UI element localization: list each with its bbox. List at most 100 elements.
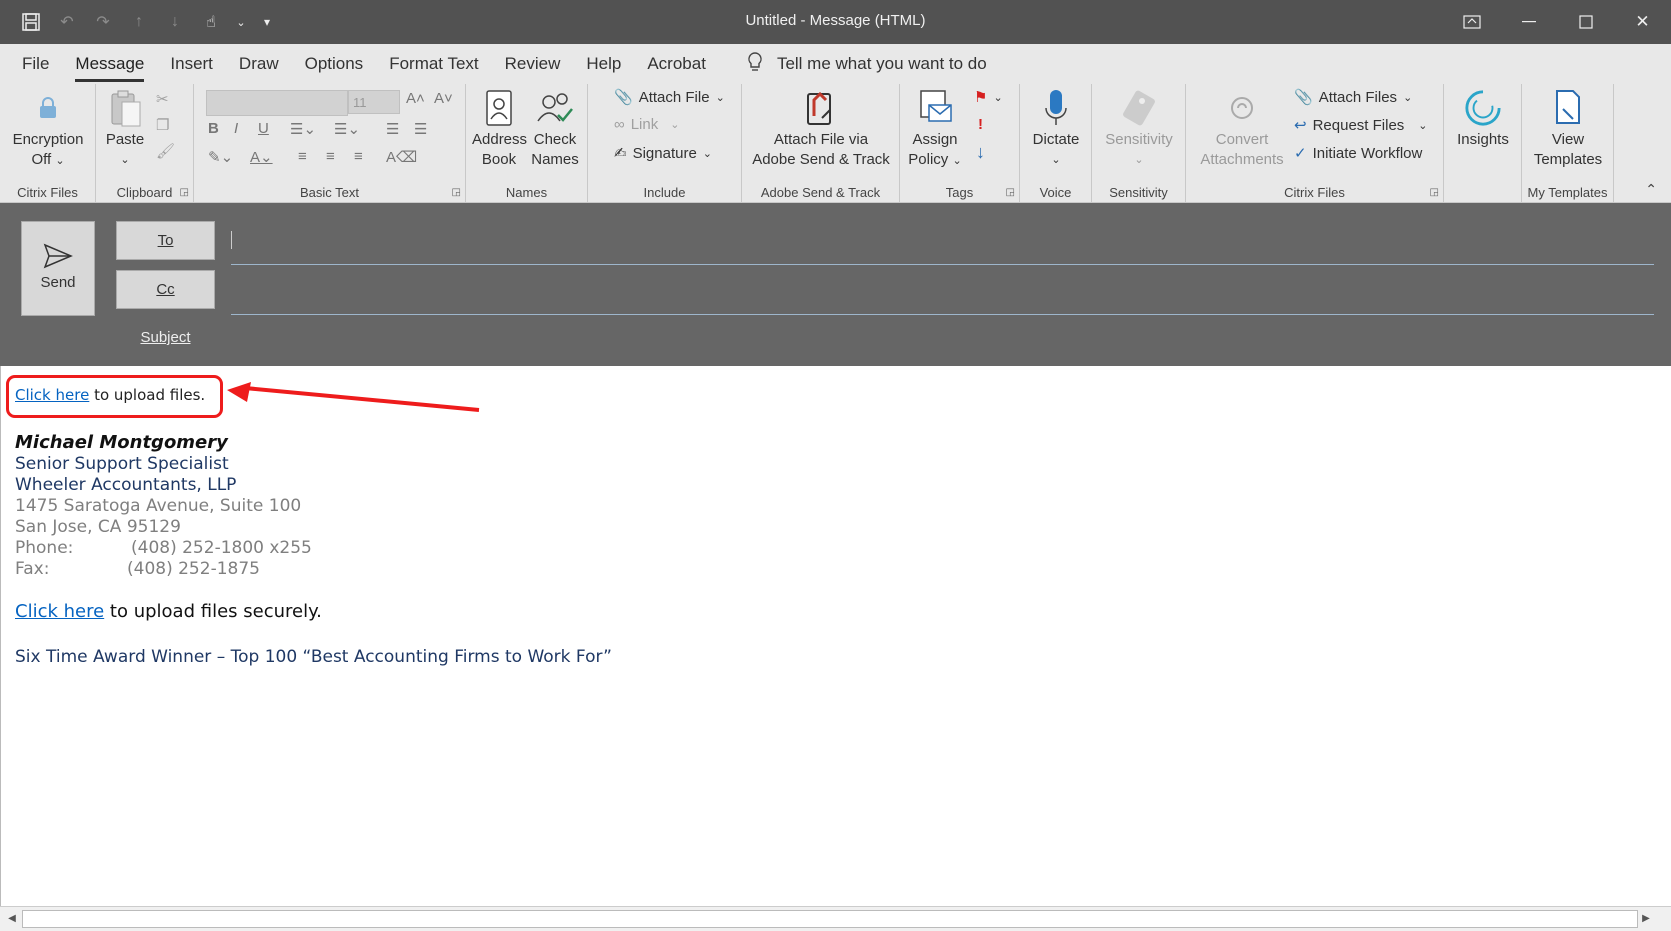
horizontal-scrollbar[interactable]: ◀ ▶ bbox=[0, 906, 1671, 931]
assign-policy-button[interactable]: Assign Policy ⌄ bbox=[906, 88, 964, 171]
bold-icon[interactable]: B bbox=[208, 120, 219, 137]
low-importance-icon[interactable]: ↓ bbox=[976, 142, 985, 163]
cc-field[interactable] bbox=[231, 314, 1654, 315]
attach-file-chevron-icon: ⌄ bbox=[715, 91, 725, 104]
shrink-font-icon[interactable]: A˅ bbox=[434, 90, 453, 107]
to-button[interactable]: To bbox=[116, 221, 215, 260]
view-templates-button[interactable]: View Templates bbox=[1526, 88, 1610, 170]
message-body[interactable]: Click here to upload files. Michael Mont… bbox=[0, 366, 1671, 906]
tell-me-search[interactable]: Tell me what you want to do bbox=[747, 51, 987, 78]
highlight-icon[interactable]: ✎⌄ bbox=[208, 148, 233, 166]
encryption-label-2: Off bbox=[31, 151, 52, 168]
close-icon[interactable]: ✕ bbox=[1614, 0, 1671, 44]
decrease-indent-icon[interactable]: ☰ bbox=[386, 120, 399, 138]
convert-attachments-button[interactable]: Convert Attachments bbox=[1190, 88, 1294, 170]
tab-draw[interactable]: Draw bbox=[226, 44, 292, 84]
format-painter-icon[interactable]: 🖌 bbox=[156, 142, 175, 160]
signature-button[interactable]: ✍ Signature ⌄ bbox=[614, 144, 713, 163]
signature-name: Michael Montgomery bbox=[15, 432, 228, 453]
insights-icon bbox=[1464, 88, 1502, 128]
align-left-icon[interactable]: ≡ bbox=[298, 148, 307, 165]
dictate-button[interactable]: Dictate ⌄ bbox=[1026, 88, 1086, 170]
tab-options[interactable]: Options bbox=[292, 44, 377, 84]
group-include: 📎 Attach File ⌄ ∞ Link ⌄ ✍ Signature ⌄ I… bbox=[588, 84, 742, 202]
check-names-label-2: Names bbox=[531, 151, 579, 168]
encryption-off-button[interactable]: Encryption Off ⌄ bbox=[6, 88, 90, 171]
group-label-voice: Voice bbox=[1039, 185, 1072, 200]
insights-button[interactable]: Insights bbox=[1448, 88, 1518, 150]
address-book-button[interactable]: Address Book bbox=[472, 88, 527, 170]
attach-file-button[interactable]: 📎 Attach File ⌄ bbox=[614, 88, 725, 107]
link-button[interactable]: ∞ Link ⌄ bbox=[614, 116, 679, 133]
tab-help[interactable]: Help bbox=[573, 44, 634, 84]
text-cursor bbox=[231, 231, 232, 249]
secure-upload-link[interactable]: Click here bbox=[15, 601, 104, 622]
scroll-left-icon[interactable]: ◀ bbox=[4, 910, 20, 928]
citrix-files-launcher-icon[interactable]: ◲ bbox=[1430, 187, 1439, 198]
award-text: Six Time Award Winner – Top 100 “Best Ac… bbox=[15, 647, 612, 667]
minimize-icon[interactable] bbox=[1500, 0, 1557, 44]
attach-files-label: Attach Files bbox=[1318, 88, 1398, 106]
paste-button[interactable]: Paste ⌄ bbox=[102, 88, 148, 170]
attach-file-via-adobe-button[interactable]: Attach File via Adobe Send & Track bbox=[746, 88, 896, 170]
group-label-clipboard: Clipboard bbox=[116, 185, 173, 200]
tab-insert[interactable]: Insert bbox=[157, 44, 226, 84]
check-names-button[interactable]: Check Names bbox=[528, 88, 582, 170]
tab-format-text[interactable]: Format Text bbox=[376, 44, 491, 84]
bullets-icon[interactable]: ☰⌄ bbox=[290, 120, 316, 138]
cut-icon[interactable]: ✂ bbox=[156, 90, 169, 108]
clipboard-launcher-icon[interactable]: ◲ bbox=[180, 187, 189, 198]
align-right-icon[interactable]: ≡ bbox=[354, 148, 363, 165]
send-button[interactable]: Send bbox=[21, 221, 95, 316]
attach-files-button[interactable]: 📎 Attach Files ⌄ bbox=[1294, 88, 1413, 107]
group-label-my-templates: My Templates bbox=[1527, 185, 1608, 200]
paste-label: Paste bbox=[105, 131, 145, 148]
attach-files-chevron-icon: ⌄ bbox=[1403, 91, 1413, 104]
basic-text-launcher-icon[interactable]: ◲ bbox=[452, 187, 461, 198]
tab-file[interactable]: File bbox=[9, 44, 62, 84]
grow-font-icon[interactable]: A˄ bbox=[406, 90, 425, 107]
initiate-workflow-button[interactable]: ✓ Initiate Workflow bbox=[1294, 144, 1422, 163]
window-controls: ✕ bbox=[1443, 0, 1671, 44]
request-files-label: Request Files bbox=[1312, 116, 1405, 134]
font-color-icon[interactable]: A⌄ bbox=[250, 148, 273, 166]
font-size-box[interactable]: 11 bbox=[348, 90, 400, 114]
send-label: Send bbox=[40, 274, 76, 291]
to-field[interactable] bbox=[231, 264, 1654, 265]
cc-button[interactable]: Cc bbox=[116, 270, 215, 309]
group-label-include: Include bbox=[643, 185, 686, 200]
italic-icon[interactable]: I bbox=[234, 120, 238, 137]
initiate-workflow-icon: ✓ bbox=[1294, 145, 1307, 162]
high-importance-icon[interactable]: ! bbox=[978, 116, 983, 133]
numbering-icon[interactable]: ☰⌄ bbox=[334, 120, 360, 138]
collapse-ribbon-icon[interactable]: ⌃ bbox=[1645, 181, 1657, 198]
scrollbar-thumb[interactable] bbox=[22, 910, 1638, 928]
group-sensitivity: Sensitivity ⌄ Sensitivity bbox=[1092, 84, 1186, 202]
signature-chevron-icon: ⌄ bbox=[702, 147, 713, 160]
to-label: To bbox=[157, 232, 174, 249]
maximize-icon[interactable] bbox=[1557, 0, 1614, 44]
clear-formatting-icon[interactable]: A⌫ bbox=[386, 148, 417, 166]
encryption-chevron-icon: ⌄ bbox=[55, 155, 65, 167]
scroll-right-icon[interactable]: ▶ bbox=[1638, 910, 1654, 928]
tab-review[interactable]: Review bbox=[492, 44, 574, 84]
send-icon bbox=[22, 238, 94, 274]
copy-icon[interactable]: ❐ bbox=[156, 116, 169, 134]
group-voice: Dictate ⌄ Voice bbox=[1020, 84, 1092, 202]
align-center-icon[interactable]: ≡ bbox=[326, 148, 335, 165]
subject-field[interactable] bbox=[231, 363, 1654, 364]
font-name-box[interactable] bbox=[206, 90, 348, 116]
follow-up-flag-icon[interactable]: ⚑ ⌄ bbox=[974, 88, 1003, 106]
increase-indent-icon[interactable]: ☰ bbox=[414, 120, 427, 138]
signature-address-1: 1475 Saratoga Avenue, Suite 100 bbox=[15, 496, 302, 516]
link-chevron-icon: ⌄ bbox=[670, 119, 680, 131]
tags-launcher-icon[interactable]: ◲ bbox=[1006, 187, 1015, 198]
request-files-button[interactable]: ↩ Request Files ⌄ bbox=[1294, 116, 1428, 135]
check-names-icon bbox=[536, 88, 574, 128]
tab-message[interactable]: Message bbox=[62, 44, 157, 84]
underline-icon[interactable]: U bbox=[258, 120, 269, 137]
restore-ribbon-icon[interactable] bbox=[1443, 0, 1500, 44]
tab-acrobat[interactable]: Acrobat bbox=[634, 44, 719, 84]
sensitivity-button[interactable]: Sensitivity ⌄ bbox=[1096, 88, 1182, 170]
encryption-label-1: Encryption bbox=[12, 131, 84, 148]
